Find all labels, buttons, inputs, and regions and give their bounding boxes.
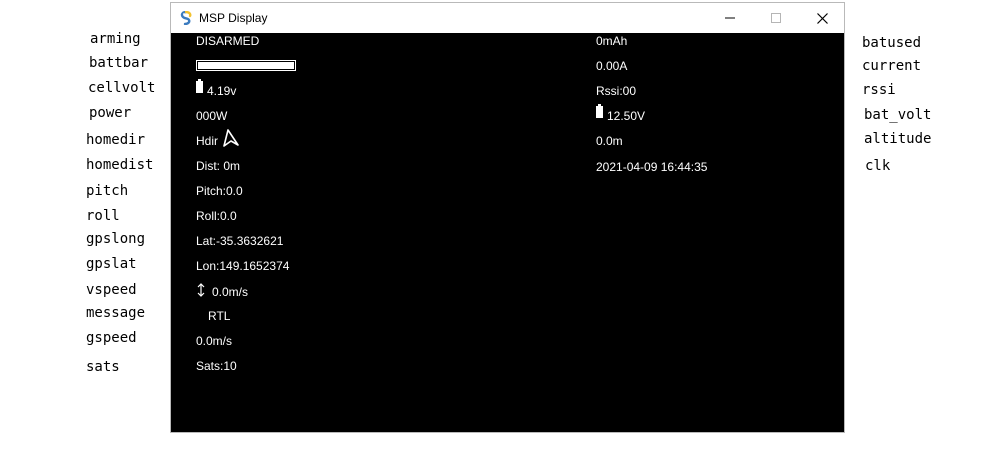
label-arming: arming	[90, 31, 141, 47]
maximize-icon	[771, 13, 781, 23]
label-bat-volt: bat_volt	[864, 107, 932, 123]
osd-battbar-fill	[198, 62, 294, 69]
vertical-speed-arrow-icon	[197, 283, 205, 297]
label-battbar: battbar	[89, 55, 149, 71]
label-cellvolt: cellvolt	[88, 80, 156, 96]
label-homedir: homedir	[86, 132, 146, 148]
label-clk: clk	[865, 158, 891, 174]
label-pitch: pitch	[86, 183, 129, 199]
osd-gpslong: Lon:149.1652374	[196, 259, 290, 273]
label-vspeed: vspeed	[86, 282, 137, 298]
label-roll: roll	[86, 208, 120, 224]
osd-clock: 2021-04-09 16:44:35	[596, 160, 708, 174]
close-button[interactable]	[799, 3, 845, 33]
pygame-snake-icon	[180, 11, 192, 25]
label-rssi: rssi	[862, 82, 896, 98]
maximize-button[interactable]	[753, 3, 799, 33]
label-altitude: altitude	[864, 131, 932, 147]
osd-message: RTL	[208, 309, 231, 323]
window-title: MSP Display	[199, 11, 268, 25]
osd-altitude: 0.0m	[596, 134, 623, 148]
label-power: power	[89, 105, 132, 121]
osd-pitch: Pitch:0.0	[196, 184, 243, 198]
label-sats: sats	[86, 359, 120, 375]
osd-gspeed: 0.0m/s	[196, 334, 233, 348]
osd-battbar	[196, 60, 296, 71]
label-gpslat: gpslat	[86, 256, 137, 272]
screenshot-canvas: arming battbar cellvolt power homedir ho…	[0, 0, 993, 451]
msp-display-window: MSP Display DISARMED 4.19v 000W Hdir Dis…	[170, 2, 845, 433]
osd-arming: DISARMED	[196, 34, 260, 48]
osd-canvas: DISARMED 4.19v 000W Hdir Dist: 0m Pitch:…	[171, 33, 844, 432]
osd-roll: Roll:0.0	[196, 209, 237, 223]
close-icon	[816, 12, 828, 24]
osd-cellvolt: 4.19v	[207, 84, 237, 98]
osd-batused: 0mAh	[596, 34, 628, 48]
osd-power: 000W	[196, 109, 228, 123]
minimize-icon	[725, 17, 735, 19]
title-bar[interactable]: MSP Display	[171, 3, 844, 33]
label-batused: batused	[862, 35, 922, 51]
osd-bat-volt: 12.50V	[607, 109, 646, 123]
osd-sats: Sats:10	[196, 359, 237, 373]
battery-icon	[196, 79, 203, 93]
minimize-button[interactable]	[707, 3, 753, 33]
label-gspeed: gspeed	[86, 330, 137, 346]
osd-homedist: Dist: 0m	[196, 159, 241, 173]
label-gpslong: gpslong	[86, 231, 146, 247]
osd-gpslat: Lat:-35.3632621	[196, 234, 284, 248]
home-direction-arrow-icon	[223, 129, 239, 147]
label-homedist: homedist	[86, 157, 154, 173]
label-message: message	[86, 305, 146, 321]
osd-homedir: Hdir	[196, 134, 219, 148]
osd-current: 0.00A	[596, 59, 628, 73]
battery-voltage-icon	[596, 104, 603, 118]
osd-vspeed: 0.0m/s	[212, 285, 249, 299]
osd-rssi: Rssi:00	[596, 84, 637, 98]
label-current: current	[862, 58, 922, 74]
